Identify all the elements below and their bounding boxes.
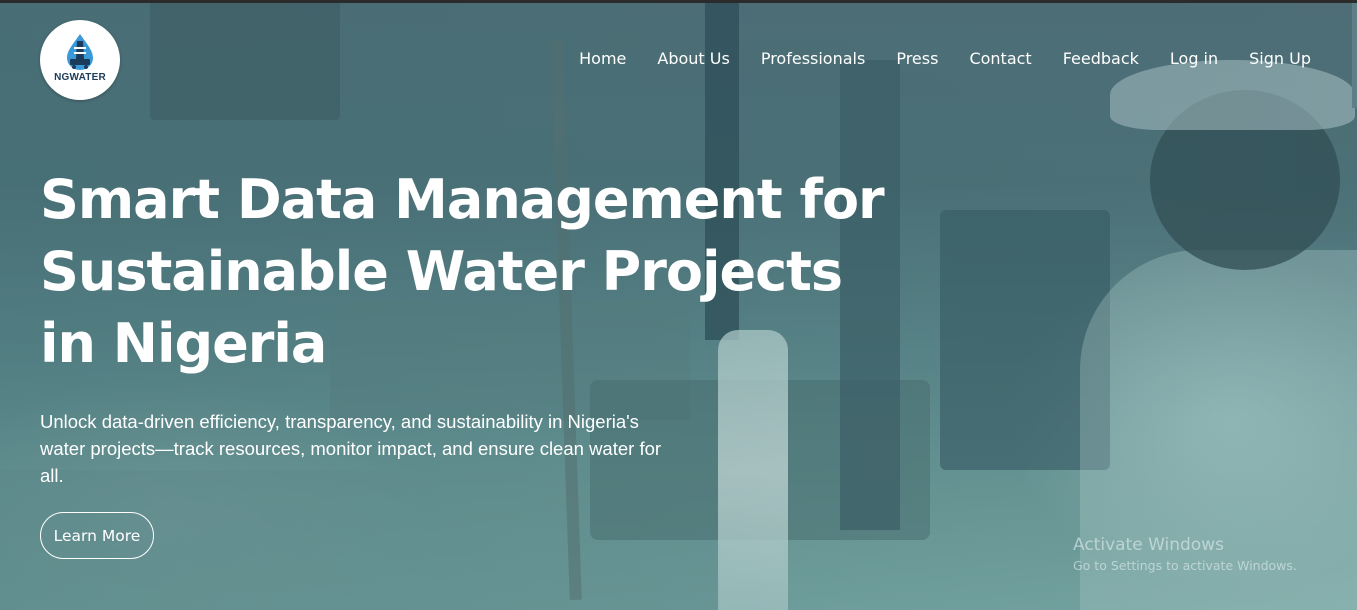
activate-windows-watermark: Activate Windows Go to Settings to activ… (1073, 534, 1297, 576)
hero-title-line-2: Sustainable Water Projects (40, 240, 843, 303)
nav-log-in[interactable]: Log in (1170, 48, 1218, 70)
activate-windows-title: Activate Windows (1073, 535, 1224, 555)
scrollbar-thumb[interactable] (1352, 3, 1357, 108)
brand-name: NGWATER (54, 72, 106, 83)
brand-logo[interactable]: NGWATER (40, 20, 120, 100)
nav-contact[interactable]: Contact (969, 48, 1031, 70)
hero-title: Smart Data Management for Sustainable Wa… (40, 164, 980, 380)
hero-description: Unlock data-driven efficiency, transpare… (40, 411, 662, 486)
water-drop-drilling-rig-icon (67, 34, 93, 70)
window-top-edge (0, 0, 1357, 3)
hero-title-line-3: in Nigeria (40, 312, 327, 375)
nav-press[interactable]: Press (896, 48, 938, 70)
nav-sign-up[interactable]: Sign Up (1249, 48, 1311, 70)
activate-windows-subtitle: Go to Settings to activate Windows. (1073, 558, 1297, 573)
learn-more-button[interactable]: Learn More (40, 512, 154, 559)
nav-professionals[interactable]: Professionals (761, 48, 866, 70)
hero-title-line-1: Smart Data Management for (40, 168, 885, 231)
main-nav: Home About Us Professionals Press Contac… (579, 48, 1311, 70)
nav-about-us[interactable]: About Us (657, 48, 729, 70)
nav-home[interactable]: Home (579, 48, 626, 70)
nav-feedback[interactable]: Feedback (1063, 48, 1139, 70)
